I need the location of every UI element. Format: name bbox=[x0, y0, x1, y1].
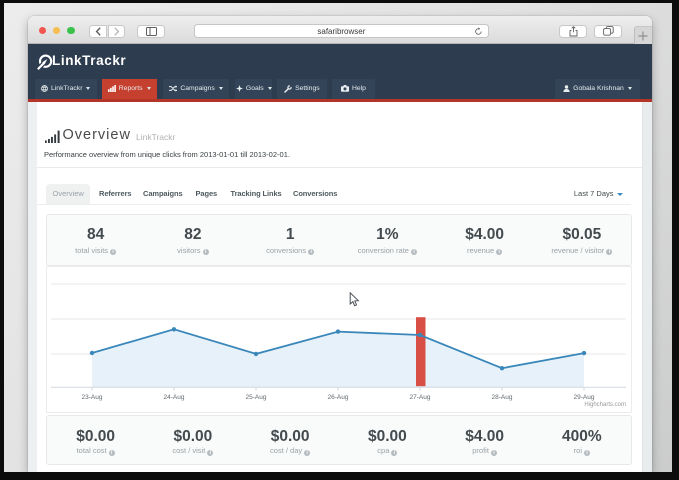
svg-text:25-Aug: 25-Aug bbox=[246, 394, 267, 401]
svg-text:29-Aug: 29-Aug bbox=[574, 394, 595, 401]
svg-text:Highcharts.com: Highcharts.com bbox=[584, 402, 626, 408]
svg-text:27-Aug: 27-Aug bbox=[410, 394, 431, 401]
svg-text:24-Aug: 24-Aug bbox=[164, 394, 185, 401]
svg-text:28-Aug: 28-Aug bbox=[492, 394, 513, 401]
svg-text:26-Aug: 26-Aug bbox=[328, 394, 349, 401]
svg-text:23-Aug: 23-Aug bbox=[82, 394, 103, 401]
